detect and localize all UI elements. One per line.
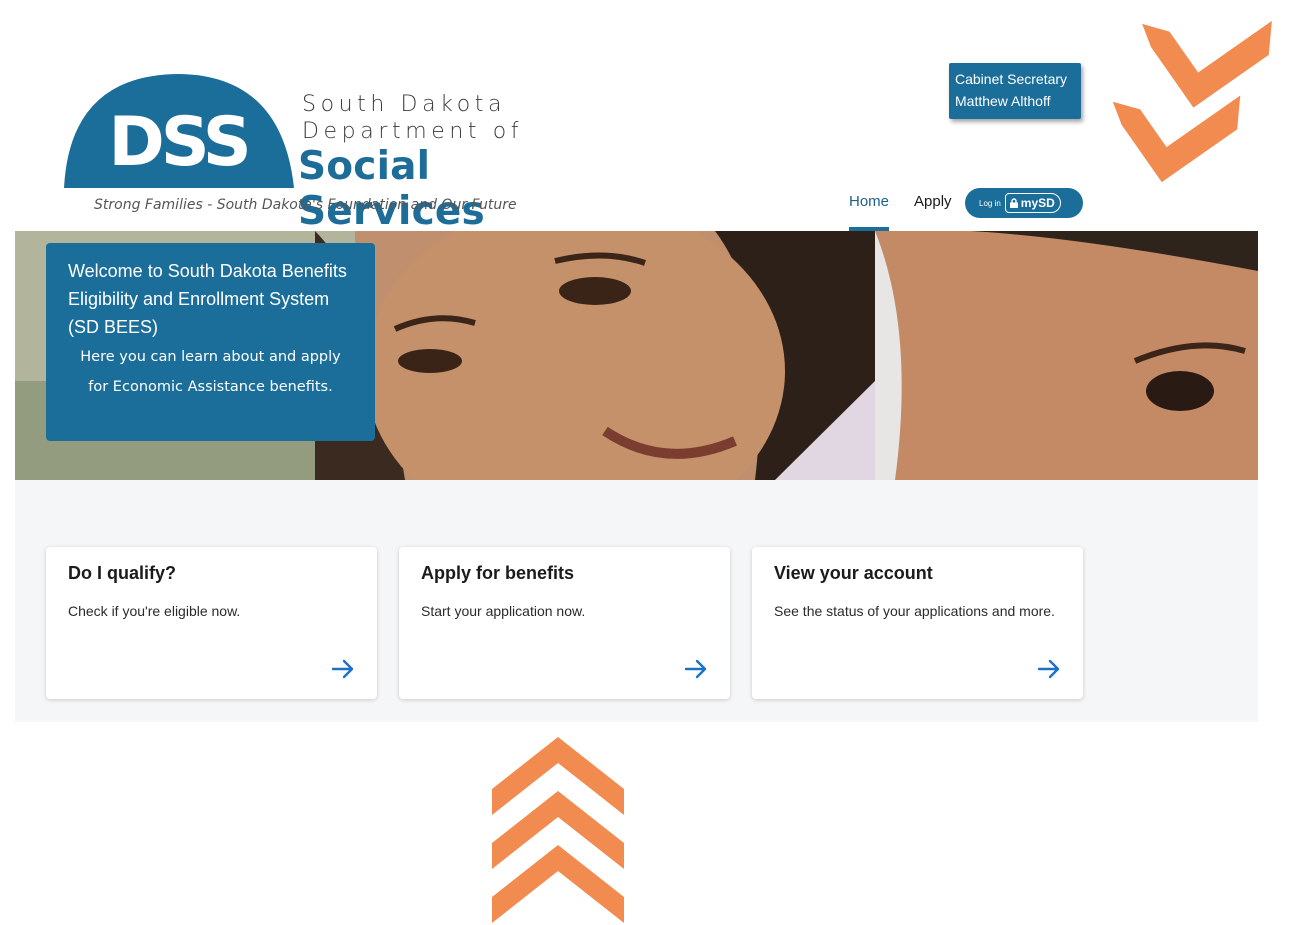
arrow-right-icon[interactable] xyxy=(1037,659,1061,679)
cabinet-secretary-button[interactable]: Cabinet Secretary Matthew Althoff xyxy=(949,63,1081,119)
logo-line-agency: Social Services xyxy=(298,144,485,234)
dss-logo-mark: DSS xyxy=(64,74,294,188)
arrow-right-icon[interactable] xyxy=(331,659,355,679)
login-label: Log in xyxy=(979,198,1001,208)
arrow-right-icon[interactable] xyxy=(684,659,708,679)
mysd-label: mySD xyxy=(1020,196,1055,210)
card-description: See the status of your applications and … xyxy=(774,603,1055,619)
card-apply-for-benefits[interactable]: Apply for benefits Start your applicatio… xyxy=(399,547,730,699)
welcome-subtitle: Here you can learn about and apply for E… xyxy=(80,349,341,395)
card-description: Start your application now. xyxy=(421,603,586,619)
card-view-your-account[interactable]: View your account See the status of your… xyxy=(752,547,1083,699)
card-do-i-qualify[interactable]: Do I qualify? Check if you're eligible n… xyxy=(46,547,377,699)
secretary-name: Matthew Althoff xyxy=(955,93,1051,109)
chevron-decor-top-right-icon xyxy=(1112,20,1272,183)
logo-tagline: Strong Families - South Dakota's Foundat… xyxy=(94,197,517,213)
logo-line-state: South Dakota xyxy=(302,92,507,117)
welcome-panel: Welcome to South Dakota Benefits Eligibi… xyxy=(46,243,375,441)
chevron-decor-bottom-icon xyxy=(492,737,624,923)
secretary-title: Cabinet Secretary xyxy=(955,71,1068,87)
dss-logo-letters: DSS xyxy=(108,103,247,182)
nav-apply-link[interactable]: Apply xyxy=(914,193,952,210)
login-mysd-button[interactable]: Log in mySD xyxy=(965,188,1083,218)
welcome-title: Welcome to South Dakota Benefits Eligibi… xyxy=(68,261,347,337)
nav-home-link[interactable]: Home xyxy=(849,193,889,210)
card-title: Apply for benefits xyxy=(421,563,575,583)
dss-logo[interactable]: DSS South Dakota Department of Social Se… xyxy=(60,72,620,234)
card-description: Check if you're eligible now. xyxy=(68,603,241,619)
card-title: View your account xyxy=(774,563,933,583)
card-title: Do I qualify? xyxy=(68,563,176,583)
logo-line-department: Department of xyxy=(302,119,524,144)
lock-icon xyxy=(1009,198,1018,208)
mysd-badge: mySD xyxy=(1004,193,1061,213)
